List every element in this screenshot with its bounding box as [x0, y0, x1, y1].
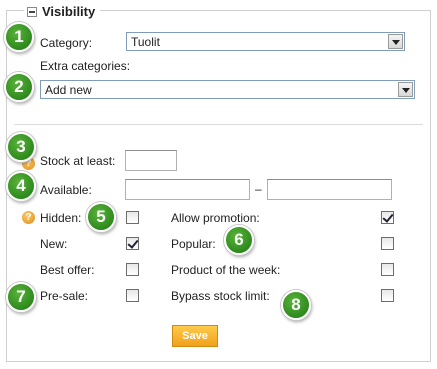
chevron-down-icon[interactable]: [398, 82, 413, 97]
chevron-down-icon[interactable]: [388, 34, 403, 49]
annotation-badge-7: 7: [6, 282, 36, 312]
category-value: Tuolit: [131, 34, 160, 49]
new-checkbox[interactable]: [126, 237, 139, 250]
hidden-label: Hidden:: [40, 211, 82, 225]
available-label: Available:: [40, 183, 92, 197]
bypass-stock-limit-checkbox[interactable]: [381, 289, 394, 302]
best-offer-label: Best offer:: [40, 263, 95, 277]
available-to-input[interactable]: [267, 179, 392, 200]
bypass-stock-limit-label: Bypass stock limit:: [171, 289, 270, 303]
allow-promotion-checkbox[interactable]: [381, 211, 394, 224]
section-title: Visibility: [42, 4, 96, 19]
product-of-week-label: Product of the week:: [171, 263, 281, 277]
annotation-badge-3: 3: [6, 132, 36, 162]
best-offer-checkbox[interactable]: [126, 263, 139, 276]
collapse-icon[interactable]: [27, 6, 37, 17]
annotation-badge-1: 1: [4, 22, 34, 52]
new-label: New:: [40, 237, 68, 251]
annotation-badge-2: 2: [4, 72, 34, 102]
popular-label: Popular:: [171, 237, 216, 251]
section-divider: [14, 124, 423, 125]
stock-input[interactable]: [125, 150, 177, 171]
popular-checkbox[interactable]: [381, 237, 394, 250]
extra-categories-value: Add new: [45, 82, 92, 97]
stock-label: Stock at least:: [40, 154, 116, 168]
product-of-week-checkbox[interactable]: [381, 263, 394, 276]
annotation-badge-8: 8: [281, 290, 311, 320]
pre-sale-label: Pre-sale:: [40, 289, 89, 303]
annotation-badge-5: 5: [86, 202, 116, 232]
help-icon[interactable]: ?: [22, 211, 35, 224]
pre-sale-checkbox[interactable]: [126, 289, 139, 302]
allow-promotion-label: Allow promotion:: [171, 211, 260, 225]
category-label: Category:: [40, 36, 93, 50]
category-select[interactable]: Tuolit: [126, 32, 405, 51]
hidden-checkbox[interactable]: [126, 211, 139, 224]
available-separator: –: [255, 182, 262, 196]
extra-categories-label: Extra categories:: [40, 59, 131, 73]
extra-categories-select[interactable]: Add new: [40, 80, 415, 99]
save-button[interactable]: Save: [172, 325, 218, 347]
annotation-badge-4: 4: [6, 171, 36, 201]
annotation-badge-6: 6: [224, 225, 254, 255]
visibility-legend[interactable]: Visibility: [24, 4, 101, 19]
available-from-input[interactable]: [125, 179, 250, 200]
